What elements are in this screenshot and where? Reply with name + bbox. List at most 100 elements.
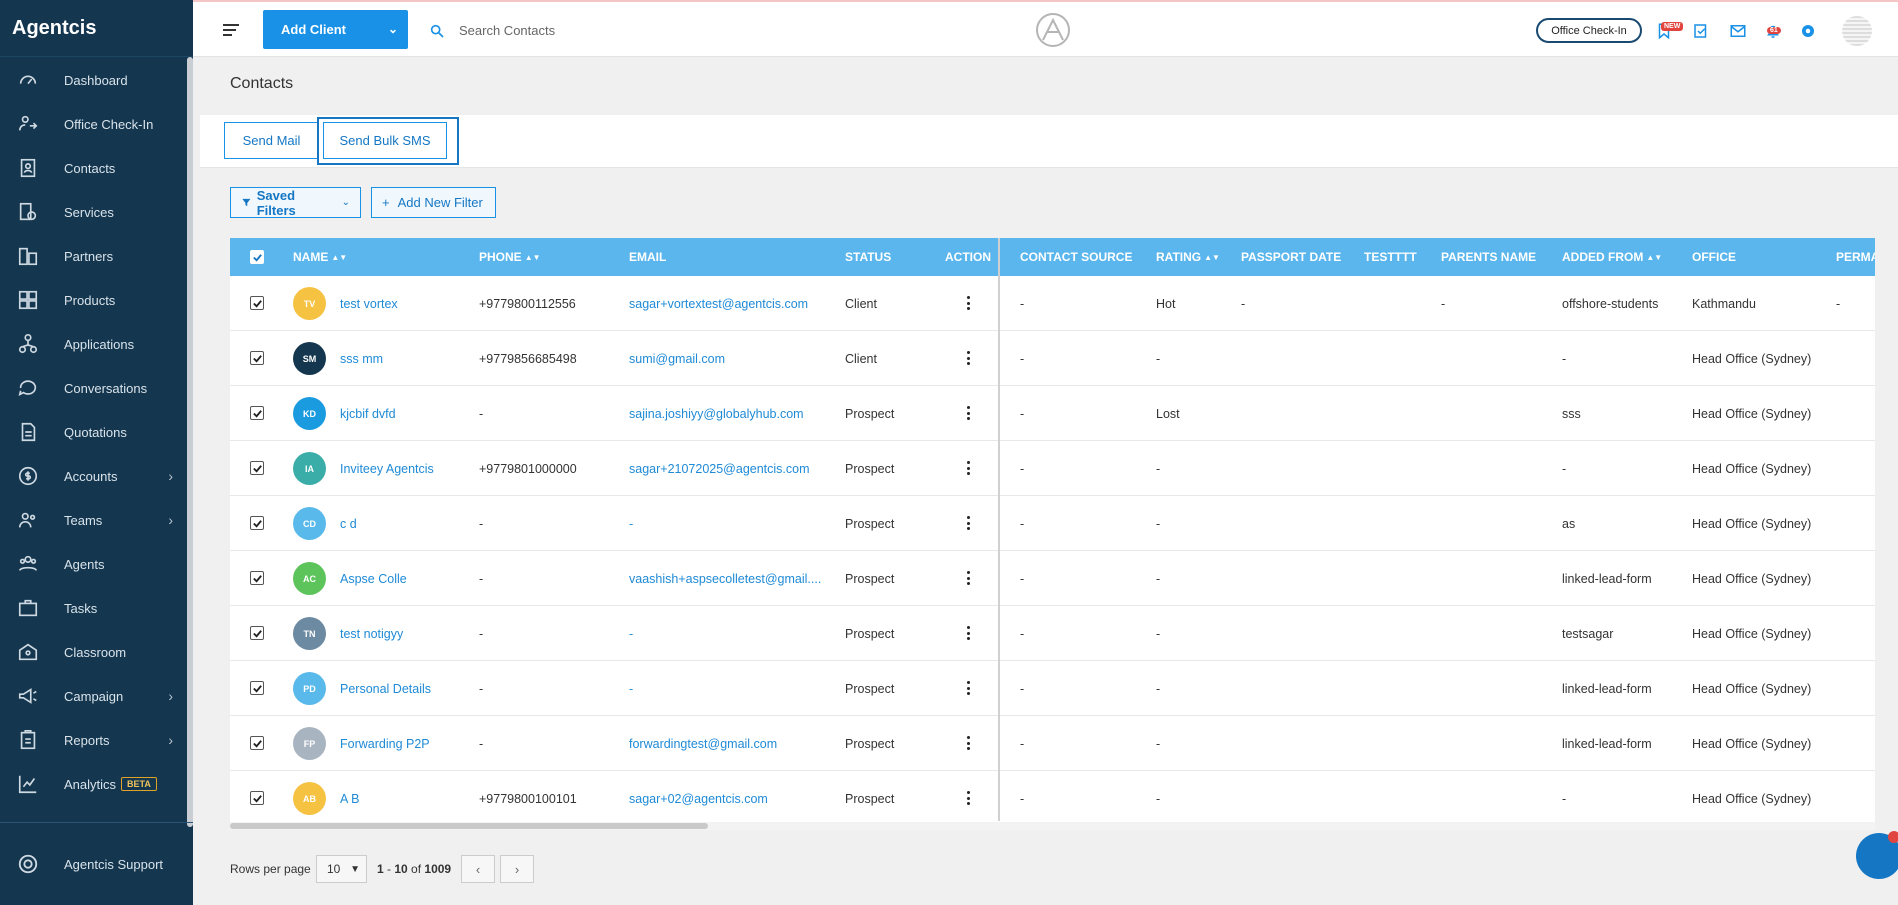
classroom-icon xyxy=(14,641,42,663)
column-header-rating[interactable]: RATING ▲▼ xyxy=(1156,238,1220,276)
chevron-down-icon[interactable]: ⌄ xyxy=(388,22,398,36)
row-actions-menu-icon[interactable] xyxy=(965,571,971,585)
row-checkbox[interactable] xyxy=(250,461,264,475)
search-input[interactable] xyxy=(459,18,759,42)
sidebar-item-products[interactable]: Products xyxy=(0,278,187,322)
table-row[interactable]: AC Aspse Colle - vaashish+aspsecolletest@gm… xyxy=(230,551,1875,606)
table-horizontal-scrollbar[interactable] xyxy=(230,822,1875,830)
brand-logo[interactable]: Agentcis xyxy=(0,0,193,57)
saved-filters-button[interactable]: Saved Filters ⌄ xyxy=(230,187,361,218)
email-cell[interactable]: - xyxy=(629,496,633,551)
user-avatar[interactable] xyxy=(1842,16,1872,46)
add-client-button[interactable]: Add Client ⌄ xyxy=(263,10,408,49)
menu-toggle-icon[interactable] xyxy=(223,24,239,36)
email-cell[interactable]: sagar+vortextest@agentcis.com xyxy=(629,276,808,331)
add-client-label: Add Client xyxy=(281,22,346,37)
email-cell[interactable]: vaashish+aspsecolletest@gmail.... xyxy=(629,551,821,606)
contact-name-link[interactable]: kjcbif dvfd xyxy=(340,386,396,441)
rating-cell: Lost xyxy=(1156,406,1180,421)
sidebar-item-reports[interactable]: Reports › xyxy=(0,718,187,762)
contact-name-link[interactable]: test notigyy xyxy=(340,606,403,661)
sidebar-item-accounts[interactable]: Accounts › xyxy=(0,454,187,498)
table-row[interactable]: PD Personal Details - - Prospect - - linked-lea… xyxy=(230,661,1875,716)
row-actions-menu-icon[interactable] xyxy=(965,296,971,310)
row-actions-menu-icon[interactable] xyxy=(965,461,971,475)
row-actions-menu-icon[interactable] xyxy=(965,791,971,805)
select-all-checkbox[interactable] xyxy=(250,250,264,264)
row-checkbox[interactable] xyxy=(250,681,264,695)
row-checkbox[interactable] xyxy=(250,571,264,585)
sidebar-item-tasks[interactable]: Tasks xyxy=(0,586,187,630)
row-actions-menu-icon[interactable] xyxy=(965,351,971,365)
row-checkbox[interactable] xyxy=(250,351,264,365)
table-row[interactable]: TV test vortex +9779800112556 sagar+vortext… xyxy=(230,276,1875,331)
table-row[interactable]: FP Forwarding P2P - forwardingtest@gmail.co… xyxy=(230,716,1875,771)
sidebar-item-office-check-in[interactable]: Office Check-In xyxy=(0,102,187,146)
sidebar-item-support[interactable]: Agentcis Support xyxy=(0,842,187,886)
contact-name-link[interactable]: Personal Details xyxy=(340,661,431,716)
email-cell[interactable]: - xyxy=(629,606,633,661)
rows-per-page-select[interactable]: 10 ▼ xyxy=(316,855,367,883)
row-checkbox[interactable] xyxy=(250,626,264,640)
sidebar-item-services[interactable]: Services xyxy=(0,190,187,234)
mail-icon[interactable] xyxy=(1727,20,1749,42)
contact-name-link[interactable]: test vortex xyxy=(340,276,398,331)
previous-page-button[interactable]: ‹ xyxy=(461,855,495,883)
email-cell[interactable]: sajina.joshiyy@globalyhub.com xyxy=(629,386,804,441)
contact-name-link[interactable]: Inviteey Agentcis xyxy=(340,441,434,496)
check-icon xyxy=(252,739,262,748)
email-cell[interactable]: sagar+02@agentcis.com xyxy=(629,771,768,826)
column-header-name[interactable]: NAME ▲▼ xyxy=(293,238,347,276)
task-check-icon[interactable] xyxy=(1690,20,1712,42)
add-new-filter-button[interactable]: + Add New Filter xyxy=(371,187,496,218)
sidebar-item-analytics[interactable]: Analytics BETA xyxy=(0,762,187,806)
row-checkbox[interactable] xyxy=(250,791,264,805)
contact-name-link[interactable]: A B xyxy=(340,771,359,826)
sidebar-item-classroom[interactable]: Classroom xyxy=(0,630,187,674)
contact-source-cell: - xyxy=(1020,461,1025,476)
table-row[interactable]: SM sss mm +9779856685498 sumi@gmail.com Clie… xyxy=(230,331,1875,386)
row-checkbox[interactable] xyxy=(250,736,264,750)
contact-name-link[interactable]: Aspse Colle xyxy=(340,551,407,606)
row-checkbox[interactable] xyxy=(250,406,264,420)
row-actions-menu-icon[interactable] xyxy=(965,626,971,640)
sidebar-scrollbar[interactable] xyxy=(187,57,193,827)
row-actions-menu-icon[interactable] xyxy=(965,681,971,695)
column-header-action: ACTION xyxy=(945,250,991,264)
sidebar-item-agents[interactable]: Agents xyxy=(0,542,187,586)
table-header: NAME ▲▼ PHONE ▲▼ EMAIL STATUS ACTION CONTA… xyxy=(230,238,1875,276)
sidebar-item-partners[interactable]: Partners xyxy=(0,234,187,278)
contact-name-link[interactable]: Forwarding P2P xyxy=(340,716,430,771)
email-cell[interactable]: forwardingtest@gmail.com xyxy=(629,716,777,771)
email-cell[interactable]: - xyxy=(629,661,633,716)
sidebar-item-dashboard[interactable]: Dashboard xyxy=(0,58,187,102)
row-actions-menu-icon[interactable] xyxy=(965,406,971,420)
contact-name-link[interactable]: c d xyxy=(340,496,357,551)
column-header-added-from[interactable]: ADDED FROM ▲▼ xyxy=(1562,238,1662,276)
office-cell: Head Office (Sydney) xyxy=(1692,516,1812,531)
next-page-button[interactable]: › xyxy=(500,855,534,883)
office-checkin-button[interactable]: Office Check-In xyxy=(1536,18,1642,43)
send-mail-button[interactable]: Send Mail xyxy=(224,122,319,159)
table-row[interactable]: AB A B +9779800100101 sagar+02@agentcis.com… xyxy=(230,771,1875,826)
sidebar-item-conversations[interactable]: Conversations xyxy=(0,366,187,410)
sidebar-item-teams[interactable]: Teams › xyxy=(0,498,187,542)
row-actions-menu-icon[interactable] xyxy=(965,516,971,530)
column-header-phone[interactable]: PHONE ▲▼ xyxy=(479,238,541,276)
table-row[interactable]: KD kjcbif dvfd - sajina.joshiyy@globalyhub.… xyxy=(230,386,1875,441)
table-row[interactable]: IA Inviteey Agentcis +9779801000000 sagar+2… xyxy=(230,441,1875,496)
row-checkbox[interactable] xyxy=(250,516,264,530)
table-row[interactable]: CD c d - - Prospect - - as Head Office (Sydney) xyxy=(230,496,1875,551)
email-cell[interactable]: sumi@gmail.com xyxy=(629,331,725,386)
row-actions-menu-icon[interactable] xyxy=(965,736,971,750)
sidebar-item-quotations[interactable]: Quotations xyxy=(0,410,187,454)
email-cell[interactable]: sagar+21072025@agentcis.com xyxy=(629,441,810,496)
scrollbar-thumb[interactable] xyxy=(230,823,708,829)
sidebar-item-campaign[interactable]: Campaign › xyxy=(0,674,187,718)
contact-name-link[interactable]: sss mm xyxy=(340,331,383,386)
gear-icon[interactable] xyxy=(1797,20,1819,42)
row-checkbox[interactable] xyxy=(250,296,264,310)
sidebar-item-contacts[interactable]: Contacts xyxy=(0,146,187,190)
sidebar-item-applications[interactable]: Applications xyxy=(0,322,187,366)
table-row[interactable]: TN test notigyy - - Prospect - - testsagar Head … xyxy=(230,606,1875,661)
